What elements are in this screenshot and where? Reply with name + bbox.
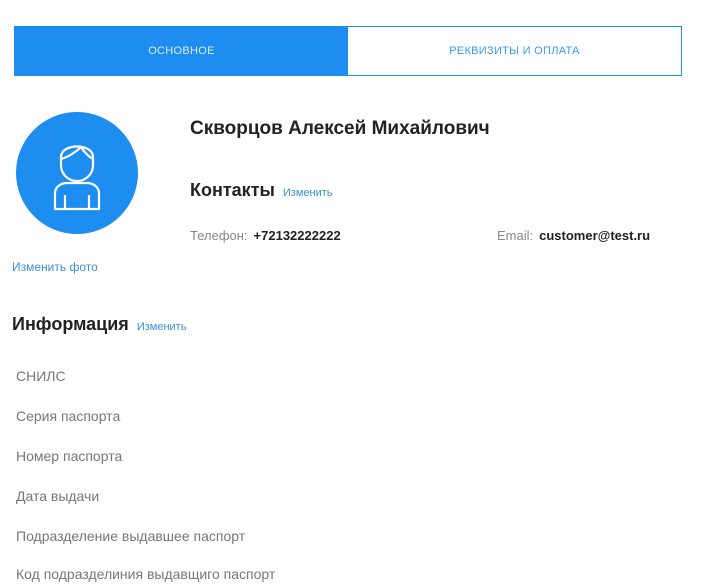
tab-requisites-payment[interactable]: РЕКВИЗИТЫ И ОПЛАТА: [348, 27, 681, 75]
email-row: Email: customer@test.ru: [497, 228, 650, 243]
profile-tabs: ОСНОВНОЕ РЕКВИЗИТЫ И ОПЛАТА: [14, 26, 682, 76]
change-photo-link[interactable]: Изменить фото: [12, 260, 98, 274]
information-title: Информация: [12, 314, 129, 334]
info-field-issue-date: Дата выдачи: [16, 488, 100, 504]
edit-information-link[interactable]: Изменить: [137, 321, 187, 333]
tab-main[interactable]: ОСНОВНОЕ: [15, 27, 348, 75]
customer-full-name: Скворцов Алексей Михайлович: [190, 118, 490, 139]
email-value: customer@test.ru: [539, 228, 651, 243]
info-field-passport-series: Серия паспорта: [16, 408, 121, 424]
phone-row: Телефон: +72132222222: [190, 228, 341, 243]
info-field-snils: СНИЛС: [16, 368, 66, 384]
info-field-department-code: Код подразделиния выдавщиго паспорт: [16, 566, 276, 582]
phone-value: +72132222222: [253, 228, 341, 243]
contacts-section-title: Контакты Изменить: [190, 180, 333, 201]
email-label: Email:: [497, 228, 534, 243]
contacts-title: Контакты: [190, 180, 275, 200]
avatar[interactable]: [16, 112, 138, 234]
information-section-title: Информация Изменить: [12, 314, 186, 335]
edit-contacts-link[interactable]: Изменить: [283, 187, 333, 199]
user-icon: [53, 145, 101, 211]
info-field-passport-number: Номер паспорта: [16, 448, 123, 464]
info-field-issuing-department: Подразделение выдавшее паспорт: [16, 528, 246, 544]
phone-label: Телефон:: [190, 228, 248, 243]
